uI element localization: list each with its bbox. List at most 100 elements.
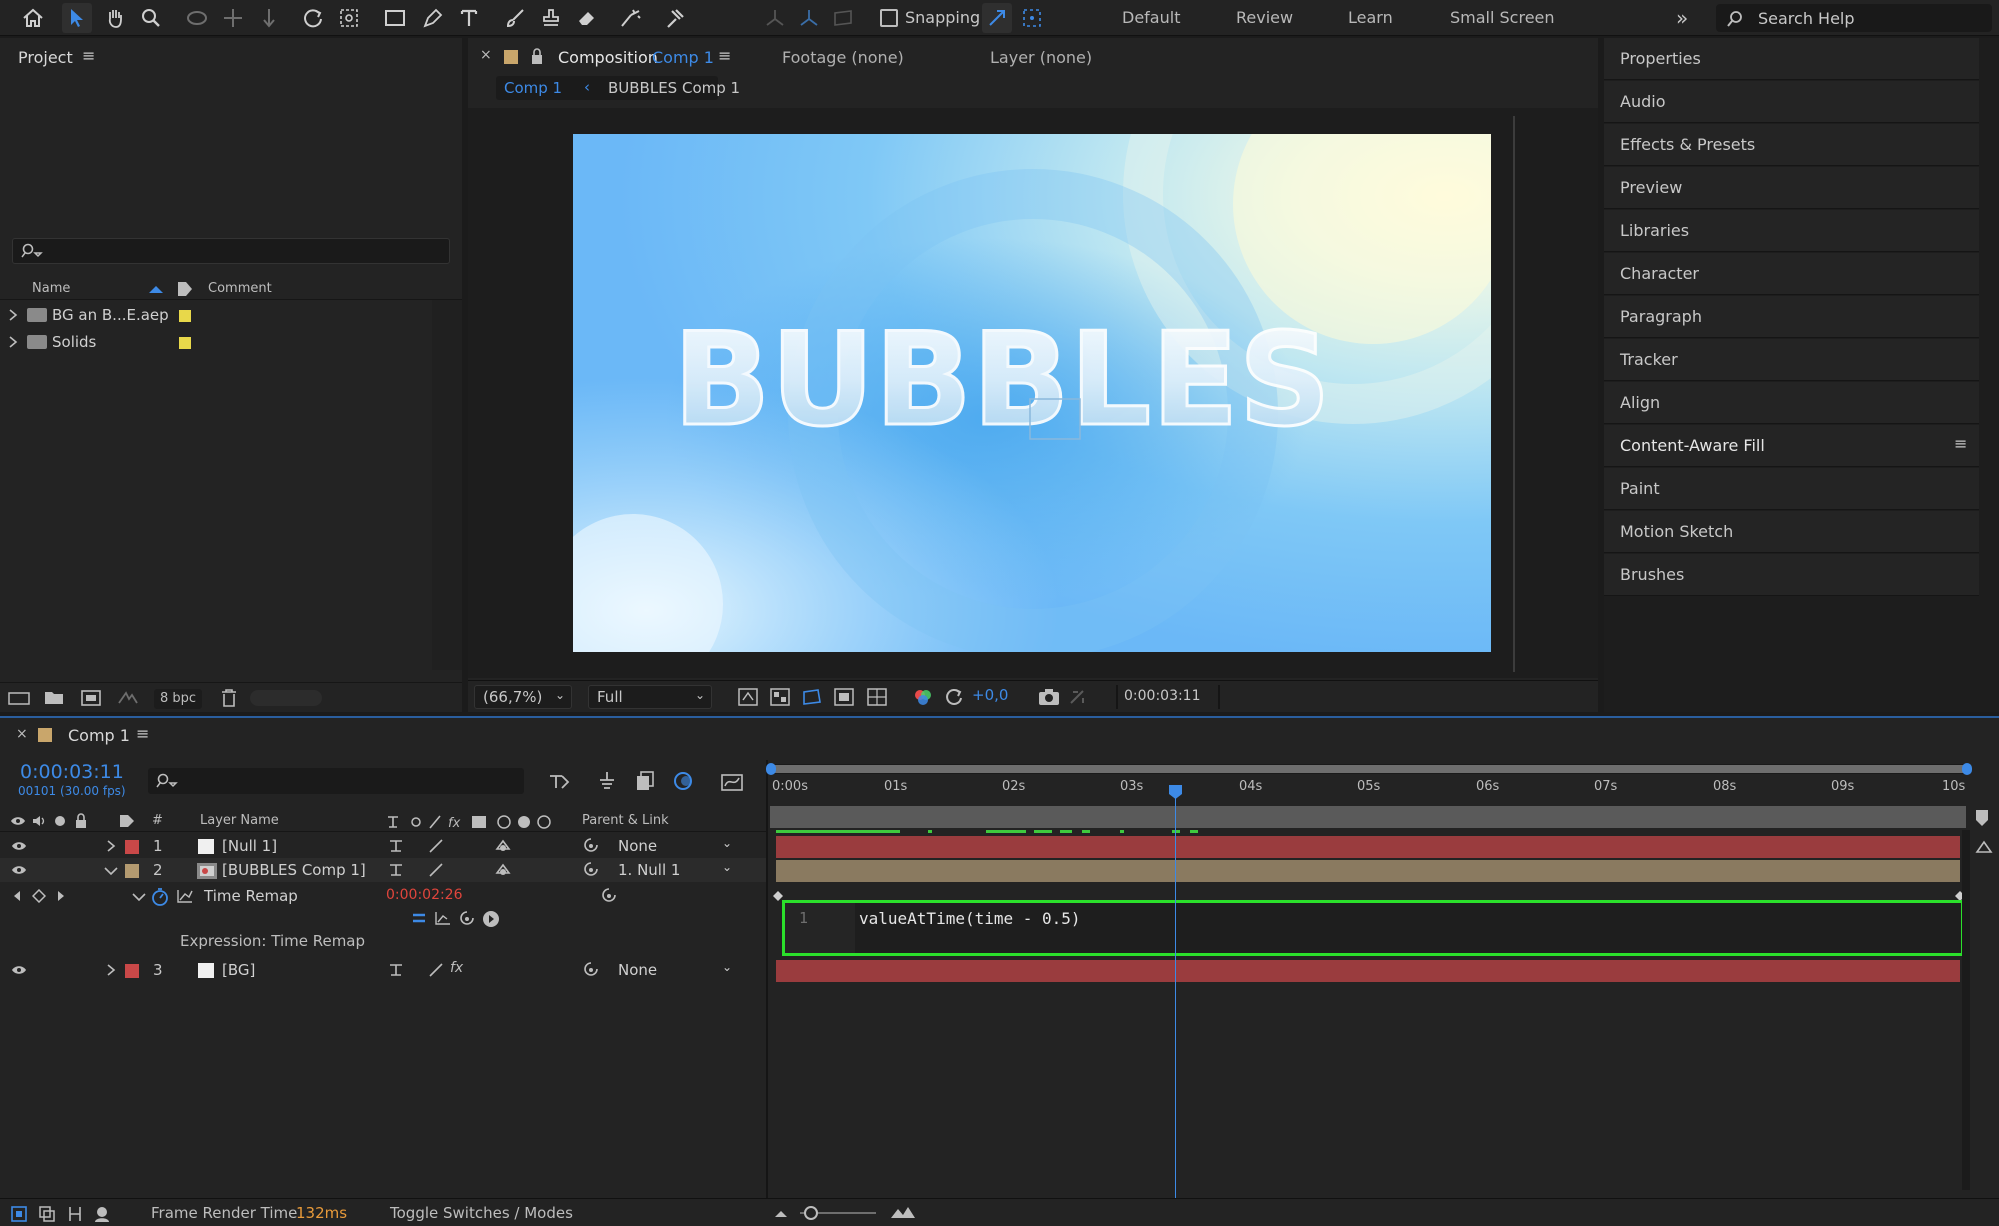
snapshot-camera-icon[interactable]	[1038, 688, 1060, 706]
expression-editor[interactable]: 1 valueAtTime(time - 0.5)	[782, 900, 1964, 956]
workspace-learn[interactable]: Learn	[1348, 8, 1393, 27]
pickwhip-icon[interactable]	[582, 961, 600, 979]
move-camera-icon[interactable]	[218, 3, 248, 33]
fast-previews-icon[interactable]	[738, 688, 758, 706]
pane-divider[interactable]	[766, 760, 768, 1198]
chevron-right-icon[interactable]	[8, 336, 18, 348]
panel-paragraph[interactable]: Paragraph	[1604, 296, 1979, 338]
panel-libraries[interactable]: Libraries	[1604, 210, 1979, 252]
transfer-controls-icon[interactable]	[38, 1205, 56, 1223]
panel-motion-sketch[interactable]: Motion Sketch	[1604, 511, 1979, 553]
close-tab-icon[interactable]: ×	[480, 47, 492, 63]
expression-pickwhip-icon[interactable]	[458, 910, 476, 928]
panel-audio[interactable]: Audio	[1604, 81, 1979, 123]
work-area-bar[interactable]	[766, 763, 1972, 775]
rotate-camera-icon[interactable]	[182, 3, 212, 33]
mask-visibility-icon[interactable]	[802, 688, 822, 706]
previous-keyframe-icon[interactable]	[12, 890, 22, 902]
panel-content-aware-fill[interactable]: Content-Aware Fill ≡	[1604, 425, 1979, 467]
visibility-eye-icon[interactable]	[11, 964, 27, 976]
video-visibility-icon[interactable]	[10, 815, 26, 827]
lock-icon[interactable]	[74, 813, 88, 829]
layer-bar-bubbles-comp[interactable]	[776, 860, 1960, 882]
roto-brush-icon[interactable]	[616, 3, 646, 33]
rotation-tool-icon[interactable]	[298, 3, 328, 33]
column-comment-header[interactable]: Comment	[208, 281, 272, 296]
next-keyframe-icon[interactable]	[56, 890, 66, 902]
panel-character[interactable]: Character	[1604, 253, 1979, 295]
layer-row-2[interactable]: 2 [BUBBLES Comp 1] 1. Null 1 ⌄	[0, 858, 768, 882]
project-item-solids[interactable]: Solids	[0, 330, 462, 356]
composition-menu-icon[interactable]: ≡	[718, 46, 731, 65]
snap-edges-icon[interactable]	[982, 3, 1012, 33]
layer-label-color[interactable]	[125, 864, 139, 878]
shy-switch-icon[interactable]	[388, 962, 404, 978]
zoom-in-icon[interactable]	[890, 1205, 916, 1219]
add-keyframe-icon[interactable]	[32, 889, 46, 903]
shy-switch-icon[interactable]	[388, 862, 404, 878]
more-workspaces-icon[interactable]: »	[1676, 6, 1688, 30]
axis-world-icon[interactable]	[794, 3, 824, 33]
comp-marker-bin-icon[interactable]	[1974, 808, 1990, 828]
region-of-interest-icon[interactable]	[834, 688, 854, 706]
column-parent-header[interactable]: Parent & Link	[582, 813, 669, 828]
grid-guides-icon[interactable]	[866, 687, 888, 707]
clone-stamp-icon[interactable]	[536, 3, 566, 33]
layer-name[interactable]: [Null 1]	[222, 837, 277, 855]
viewer-scrollbar[interactable]	[1513, 116, 1515, 672]
composition-tab-label[interactable]: Composition	[558, 48, 658, 67]
breadcrumb-child[interactable]: BUBBLES Comp 1	[608, 79, 740, 97]
graph-editor-icon[interactable]	[720, 770, 744, 792]
panel-effects-presets[interactable]: Effects & Presets	[1604, 124, 1979, 166]
property-row-time-remap[interactable]: Time Remap 0:00:02:26	[0, 884, 768, 908]
chevron-down-icon[interactable]	[104, 866, 118, 876]
project-item-bg-aep[interactable]: BG an B...E.aep	[0, 303, 462, 329]
in-out-stretch-icon[interactable]	[66, 1205, 84, 1223]
close-tab-icon[interactable]: ×	[16, 726, 28, 742]
draft-3d-icon[interactable]	[596, 770, 618, 792]
exposure-value[interactable]: +0,0	[972, 686, 1008, 704]
rectangle-tool-icon[interactable]	[380, 3, 410, 33]
new-composition-icon[interactable]	[80, 689, 102, 707]
visibility-eye-icon[interactable]	[11, 864, 27, 876]
panel-brushes[interactable]: Brushes	[1604, 554, 1979, 596]
work-area-end-handle[interactable]	[1962, 763, 1972, 775]
render-time-icon[interactable]	[92, 1205, 112, 1223]
zoom-tool-icon[interactable]	[136, 3, 166, 33]
viewer-timecode[interactable]: 0:00:03:11	[1124, 688, 1201, 704]
dolly-camera-icon[interactable]	[254, 3, 284, 33]
current-time-display[interactable]: 0:00:03:11	[20, 761, 124, 783]
color-channels-icon[interactable]	[912, 687, 934, 707]
snapping-checkbox[interactable]	[880, 9, 898, 27]
layer-bar-bg[interactable]	[776, 960, 1960, 982]
footage-tab[interactable]: Footage (none)	[782, 48, 904, 67]
pickwhip-icon[interactable]	[600, 887, 618, 905]
solo-icon[interactable]	[55, 816, 65, 826]
expression-language-menu-icon[interactable]	[482, 910, 500, 928]
project-menu-icon[interactable]: ≡	[82, 46, 95, 65]
work-area-start-handle[interactable]	[766, 763, 776, 775]
show-snapshot-icon[interactable]	[1068, 688, 1088, 706]
reset-exposure-icon[interactable]	[944, 687, 964, 707]
breadcrumb-current[interactable]: Comp 1	[504, 79, 562, 97]
pickwhip-icon[interactable]	[582, 837, 600, 855]
pan-behind-icon[interactable]	[334, 3, 364, 33]
trash-icon[interactable]	[220, 688, 238, 708]
axis-local-icon[interactable]	[760, 3, 790, 33]
playhead-handle[interactable]	[1168, 784, 1183, 800]
parent-dropdown[interactable]: None ⌄	[608, 960, 738, 981]
thumbnail-size-slider[interactable]	[250, 690, 322, 706]
motion-blur-icon[interactable]	[672, 770, 694, 792]
search-help-field[interactable]: Search Help	[1716, 4, 1992, 32]
project-settings-icon[interactable]	[116, 689, 140, 707]
work-area-range[interactable]	[770, 765, 1968, 773]
project-scrollbar[interactable]	[432, 300, 462, 670]
zoom-slider-handle[interactable]	[804, 1206, 818, 1220]
zoom-dropdown[interactable]: (66,7%) ⌄	[474, 685, 572, 709]
chevron-right-icon[interactable]	[106, 964, 116, 976]
column-name-header[interactable]: Name	[32, 281, 70, 296]
chevron-right-icon[interactable]	[8, 309, 18, 321]
timeline-tab-name[interactable]: Comp 1	[68, 726, 130, 745]
lock-icon[interactable]	[530, 47, 544, 65]
chevron-down-icon[interactable]	[132, 892, 146, 902]
